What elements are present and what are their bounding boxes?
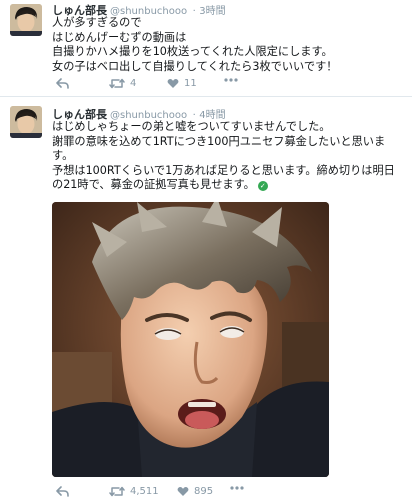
- tweet-text: 人が多すぎるので はじめんげーむずの動画は 自撮りかハメ撮りを10枚送ってくれた…: [52, 16, 404, 74]
- more-button[interactable]: [230, 486, 244, 490]
- reply-button[interactable]: [56, 486, 69, 497]
- like-count: 11: [184, 78, 197, 89]
- tweet-text-line: の21時で、募金の証拠写真も見せます。: [52, 178, 255, 191]
- like-button[interactable]: 895: [177, 486, 213, 497]
- avatar[interactable]: [10, 4, 42, 36]
- retweet-button[interactable]: 4: [109, 78, 136, 89]
- more-icon: [224, 78, 238, 82]
- like-button[interactable]: 11: [167, 78, 197, 89]
- retweet-button[interactable]: 4,511: [109, 486, 159, 497]
- check-icon: ✓: [257, 181, 268, 191]
- like-count: 895: [194, 486, 214, 497]
- tweet[interactable]: しゅん部長 @shunbuchooo · 3時間 人が多すぎるので はじめんげーむ…: [0, 0, 412, 97]
- more-button[interactable]: [224, 78, 238, 82]
- avatar[interactable]: [10, 106, 42, 138]
- tweet-text-line: はじめんげーむずの動画は: [52, 30, 187, 44]
- more-icon: [230, 486, 244, 490]
- retweet-icon: [109, 78, 125, 89]
- tweet-text-line: 予想は100RTくらいで1万あれば足りると思います。締め切りは明日: [52, 163, 395, 177]
- reply-icon: [56, 78, 69, 89]
- heart-icon: [177, 486, 189, 496]
- tweet-photo[interactable]: [52, 202, 329, 477]
- reply-icon: [56, 486, 69, 497]
- retweet-count: 4,511: [130, 486, 159, 497]
- tweet-text-line: 謝罪の意味を込めて1RTにつき100円ユニセフ募金したいと思いま: [52, 134, 386, 148]
- tweet-text-line: 自撮りかハメ撮りを10枚送ってくれた人限定にします。: [52, 45, 333, 58]
- tweet-text-line: 女の子はベロ出して自撮りしてくれたら3枚でいいです！: [52, 59, 338, 73]
- tweet-text-line: 人が多すぎるので: [52, 16, 142, 29]
- tweet-text-line: す。: [52, 149, 74, 162]
- reply-button[interactable]: [56, 78, 69, 89]
- heart-icon: [167, 78, 179, 88]
- retweet-count: 4: [130, 78, 137, 89]
- tweet-text: はじめしゃちょーの弟と嘘をついてすいませんでした。 謝罪の意味を込めて1RTにつ…: [52, 120, 404, 193]
- retweet-icon: [109, 486, 125, 497]
- tweet-text-line: はじめしゃちょーの弟と嘘をついてすいませんでした。: [52, 120, 331, 133]
- tweet-text-line-last: の21時で、募金の証拠写真も見せます。 ✓: [52, 178, 404, 193]
- tweet[interactable]: しゅん部長 @shunbuchooo · 4時間 はじめしゃちょーの弟と嘘をついて…: [0, 97, 412, 500]
